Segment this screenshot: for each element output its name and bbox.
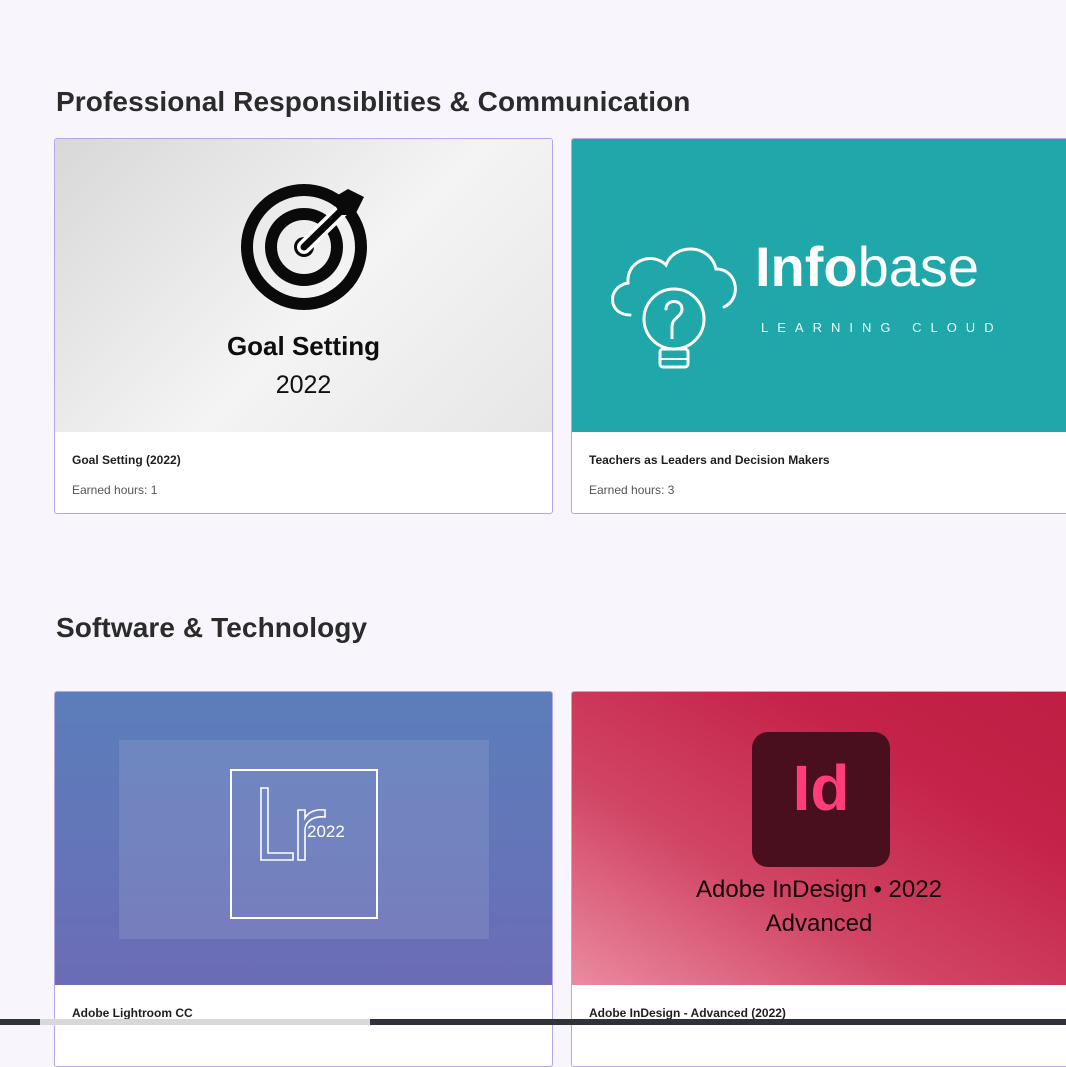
lightroom-logo-icon	[230, 769, 378, 919]
thumbnail-year: 2022	[275, 371, 332, 399]
course-thumbnail: Goal Setting 2022	[55, 139, 552, 432]
infobase-subtitle: LEARNING CLOUD	[761, 320, 1003, 335]
wordmark-light: base	[857, 235, 980, 298]
earned-hours: Earned hours: 3	[589, 483, 675, 497]
horizontal-scrollbar[interactable]	[0, 1019, 1066, 1025]
thumbnail-subtitle: Advanced	[765, 910, 873, 937]
earned-hours: Earned hours: 1	[72, 483, 158, 497]
wordmark-bold: Info	[755, 235, 858, 298]
course-card-goal-setting[interactable]: Goal Setting 2022 Goal Setting (2022) Ea…	[54, 138, 553, 514]
logo-text: Id	[792, 752, 850, 824]
course-title: Teachers as Leaders and Decision Makers	[589, 453, 830, 467]
thumbnail-year: 2022	[307, 822, 345, 841]
scrollbar-thumb[interactable]	[40, 1019, 370, 1025]
course-card-indesign[interactable]: Id Adobe InDesign • 2022 Advanced Adobe …	[571, 691, 1066, 1067]
thumbnail-title: Adobe InDesign • 2022	[696, 876, 942, 903]
thumbnail-title: Goal Setting	[226, 331, 381, 361]
course-card-lightroom[interactable]: 2022 Adobe Lightroom CC	[54, 691, 553, 1067]
course-thumbnail: Id Adobe InDesign • 2022 Advanced	[572, 692, 1066, 985]
course-title: Goal Setting (2022)	[72, 453, 181, 467]
section-title-software: Software & Technology	[56, 612, 368, 643]
indesign-logo-icon: Id	[752, 732, 890, 867]
infobase-wordmark: Infobase	[755, 239, 979, 295]
course-card-teachers-leaders[interactable]: Infobase LEARNING CLOUD Teachers as Lead…	[571, 138, 1066, 514]
course-title: Adobe InDesign - Advanced (2022)	[589, 1006, 786, 1020]
course-thumbnail: Infobase LEARNING CLOUD	[572, 139, 1066, 432]
section-title-professional: Professional Responsiblities & Communica…	[56, 86, 691, 117]
course-title: Adobe Lightroom CC	[72, 1006, 193, 1020]
cloud-lightbulb-icon	[611, 247, 737, 369]
course-thumbnail: 2022	[55, 692, 552, 985]
